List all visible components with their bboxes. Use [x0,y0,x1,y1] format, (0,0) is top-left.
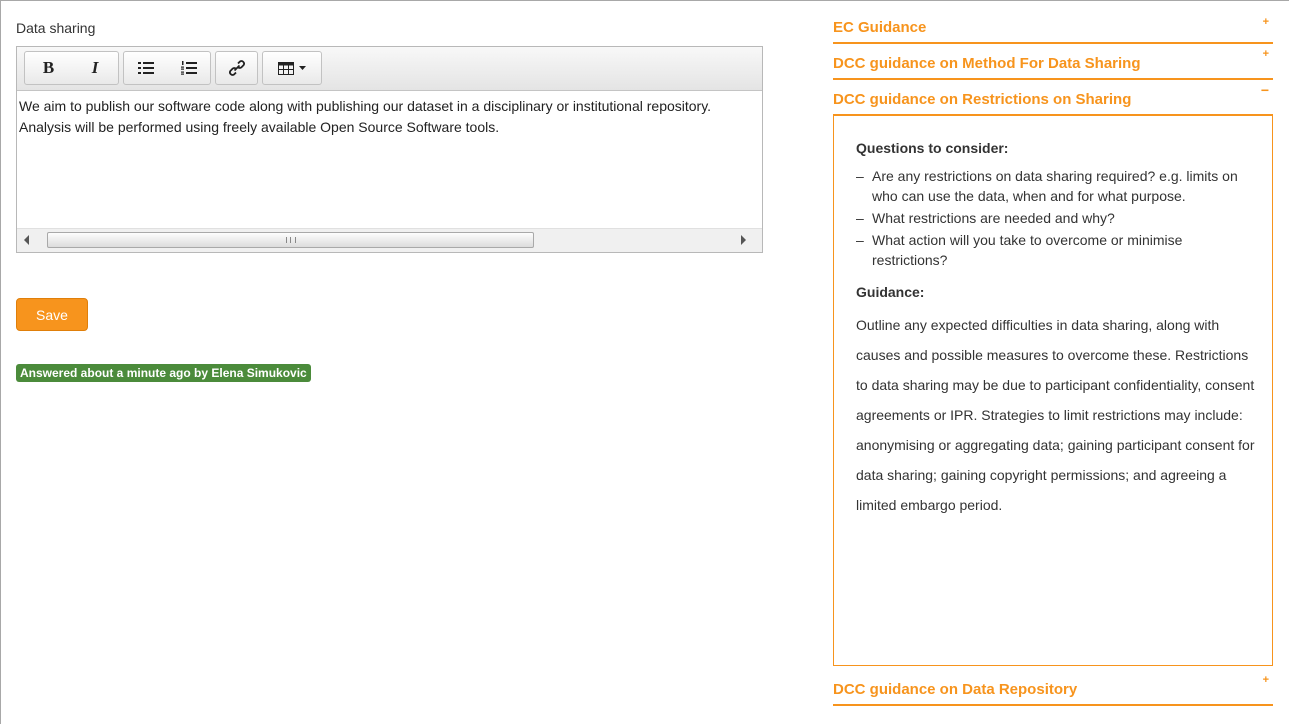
questions-heading: Questions to consider: [856,140,1009,156]
bullet-list-button[interactable] [124,52,168,84]
italic-button[interactable]: I [72,52,118,84]
question-item: What action will you take to overcome or… [856,230,1256,270]
scrollbar-thumb[interactable] [47,232,534,248]
accordion-restrictions-on-sharing[interactable]: DCC guidance on Restrictions on Sharing … [833,80,1273,116]
question-label: Data sharing [16,20,96,36]
accordion-title: DCC guidance on Restrictions on Sharing [833,91,1132,108]
italic-icon: I [91,58,99,77]
collapse-icon[interactable]: − [1261,82,1269,98]
expand-icon[interactable]: + [1263,674,1269,686]
table-icon [278,61,294,75]
status-badge: Answered about a minute ago by Elena Sim… [16,364,311,382]
guidance-heading: Guidance: [856,284,925,300]
save-button[interactable]: Save [16,298,88,331]
format-group: B I [24,51,119,85]
editor-toolbar: B I [17,47,762,91]
link-icon [228,60,245,76]
rich-text-editor[interactable]: B I We aim to publish our software code … [16,46,763,253]
accordion-method-for-data-sharing[interactable]: DCC guidance on Method For Data Sharing … [833,44,1273,80]
questions-list: Are any restrictions on data sharing req… [856,166,1256,270]
accordion-data-repository[interactable]: DCC guidance on Data Repository + [833,666,1273,706]
accordion-ec-guidance[interactable]: EC Guidance + [833,12,1273,44]
expand-icon[interactable]: + [1263,48,1269,60]
guidance-accordion: EC Guidance + DCC guidance on Method For… [833,12,1273,706]
horizontal-scrollbar[interactable] [17,228,762,252]
accordion-title: DCC guidance on Data Repository [833,681,1078,698]
restrictions-guidance-panel: Questions to consider: Are any restricti… [833,116,1273,666]
link-group [215,51,258,85]
caret-down-icon [299,66,306,70]
bold-button[interactable]: B [25,52,72,84]
list-group [123,51,211,85]
question-item: Are any restrictions on data sharing req… [856,166,1256,206]
numbered-list-button[interactable] [168,52,210,84]
bullet-list-icon [138,62,154,74]
expand-icon[interactable]: + [1263,16,1269,28]
bold-icon: B [42,58,55,77]
grip-icon [286,237,296,243]
scroll-right-icon[interactable] [741,235,746,245]
scroll-left-icon[interactable] [24,235,29,245]
table-button[interactable] [263,52,321,84]
question-item: What restrictions are needed and why? [856,208,1256,228]
link-button[interactable] [216,52,257,84]
accordion-title: DCC guidance on Method For Data Sharing [833,55,1141,72]
numbered-list-icon [181,61,197,75]
table-group [262,51,322,85]
accordion-title: EC Guidance [833,19,927,36]
guidance-text: Outline any expected difficulties in dat… [856,317,1255,513]
answer-text[interactable]: We aim to publish our software code alon… [17,92,762,226]
